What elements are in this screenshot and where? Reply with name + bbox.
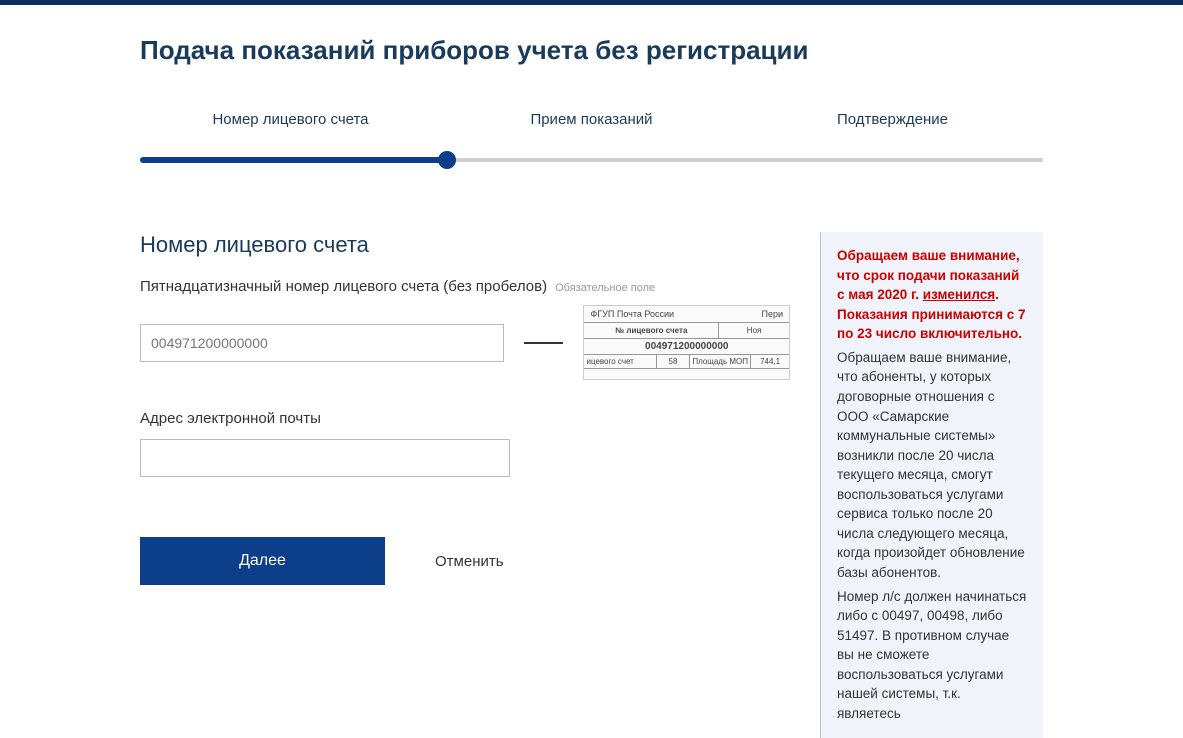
form-column: Номер лицевого счета Пятнадцатизначный н…: [140, 232, 790, 738]
step-readings[interactable]: Прием показаний: [441, 111, 742, 148]
receipt-r2-lbl: Площадь МОП: [690, 355, 751, 368]
required-hint: Обязательное поле: [555, 282, 655, 294]
notice-red-1-after: .: [995, 287, 999, 302]
main-row: Номер лицевого счета Пятнадцатизначный н…: [140, 232, 1043, 738]
receipt-r2-c2: 744,1: [751, 355, 789, 368]
content-area: Подача показаний приборов учета без реги…: [0, 5, 1183, 738]
step-confirm[interactable]: Подтверждение: [742, 111, 1043, 148]
notice-link-changed[interactable]: изменился: [923, 287, 995, 302]
account-input-row: ФГУП Почта России Пери № лицевого счета …: [140, 305, 790, 380]
receipt-number: 004971200000000: [584, 339, 789, 355]
progress-dot: [438, 151, 456, 169]
account-label: Пятнадцатизначный номер лицевого счета (…: [140, 278, 547, 295]
notice-body-1: Обращаем ваше внимание, что абоненты, у …: [837, 348, 1027, 583]
receipt-r2-left: ицевого счет: [584, 355, 656, 368]
stepper: Номер лицевого счета Прием показаний Под…: [140, 111, 1043, 148]
progress-fill: [140, 157, 447, 163]
notice-red-2: Показания принимаются с 7 по 23 число вк…: [837, 305, 1027, 344]
step-account[interactable]: Номер лицевого счета: [140, 111, 441, 148]
notice-box: Обращаем ваше внимание, что срок подачи …: [820, 232, 1043, 738]
account-input[interactable]: [140, 324, 504, 362]
cancel-button[interactable]: Отменить: [435, 553, 504, 570]
notice-body-2: Номер л/с должен начинаться либо с 00497…: [837, 587, 1027, 724]
receipt-month: Ноя: [719, 323, 789, 338]
progress-track: [140, 158, 1043, 162]
email-input[interactable]: [140, 439, 510, 477]
receipt-period: Пери: [761, 309, 783, 319]
page-title: Подача показаний приборов учета без реги…: [140, 35, 1043, 66]
receipt-num-label: № лицевого счета: [584, 323, 719, 338]
section-title: Номер лицевого счета: [140, 232, 790, 258]
buttons-row: Далее Отменить: [140, 537, 790, 585]
receipt-org: ФГУП Почта России: [590, 309, 674, 319]
next-button[interactable]: Далее: [140, 537, 385, 585]
receipt-r2-c1: 58: [657, 355, 690, 368]
receipt-sample-image: ФГУП Почта России Пери № лицевого счета …: [583, 305, 790, 380]
email-label: Адрес электронной почты: [140, 410, 790, 427]
dash-separator: [524, 342, 563, 344]
account-label-row: Пятнадцатизначный номер лицевого счета (…: [140, 278, 790, 295]
